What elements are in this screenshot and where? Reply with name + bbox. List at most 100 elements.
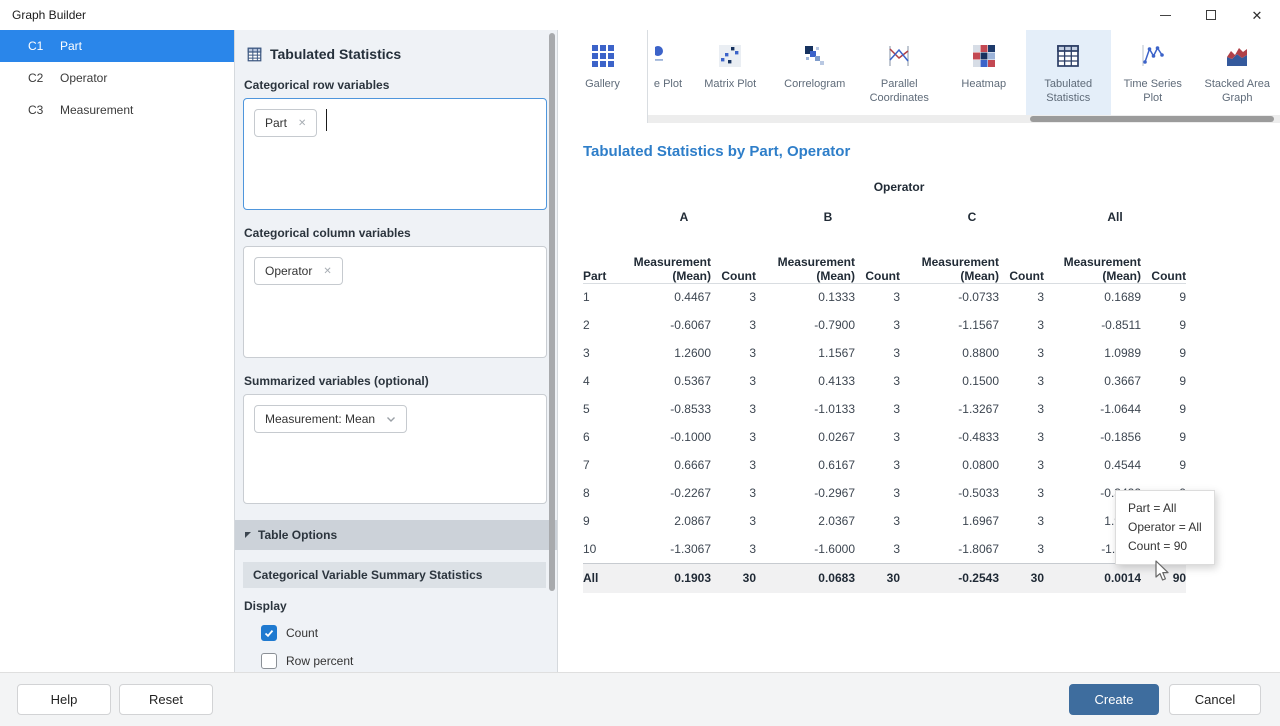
chip-measurement-mean[interactable]: Measurement: Mean	[254, 405, 407, 433]
gallery-item-matrix-plot[interactable]: Matrix Plot	[688, 30, 773, 115]
value-cell: 9	[1141, 451, 1186, 479]
mean-column-header: Measurement(Mean)	[900, 233, 999, 283]
minimize-button[interactable]	[1142, 0, 1188, 30]
value-cell: 3	[999, 339, 1044, 367]
chip-operator[interactable]: Operator ✕	[254, 257, 343, 285]
checkbox-row-percent[interactable]: Row percent	[261, 653, 557, 669]
part-cell: 6	[583, 423, 612, 451]
maximize-button[interactable]	[1188, 0, 1234, 30]
value-cell: -0.1856	[1044, 423, 1141, 451]
table-row[interactable]: 92.086732.036731.696731.94009	[583, 507, 1186, 535]
table-row[interactable]: 10.446730.13333-0.073330.16899	[583, 283, 1186, 311]
report-title: Tabulated Statistics by Part, Operator	[583, 143, 850, 160]
gallery-item-label: Correlogram	[784, 77, 845, 91]
value-cell: 0.6167	[756, 451, 855, 479]
row-variables-input[interactable]: Part ✕	[243, 98, 547, 210]
gallery-scrollbar[interactable]	[648, 115, 1280, 123]
close-button[interactable]: ✕	[1234, 0, 1280, 30]
value-cell: 3	[711, 283, 756, 311]
row-variables-label: Categorical row variables	[244, 78, 557, 92]
value-cell: 3	[711, 423, 756, 451]
value-cell: 1.6967	[900, 507, 999, 535]
sidebar-item-part[interactable]: C1Part	[0, 30, 234, 62]
reset-button[interactable]: Reset	[119, 684, 213, 715]
column-id: C2	[0, 71, 60, 85]
mean-header-line1: Measurement	[900, 255, 999, 269]
gallery-scrollbar-thumb[interactable]	[1030, 116, 1274, 122]
group-header: A	[612, 201, 756, 233]
gallery-item-heatmap[interactable]: Heatmap	[942, 30, 1027, 115]
table-row[interactable]: 5-0.85333-1.01333-1.32673-1.06449	[583, 395, 1186, 423]
unchecked-checkbox-icon[interactable]	[261, 653, 277, 669]
sidebar-item-measurement[interactable]: C3Measurement	[0, 94, 234, 126]
value-cell: 3	[999, 451, 1044, 479]
table-row[interactable]: 6-0.100030.02673-0.48333-0.18569	[583, 423, 1186, 451]
column-variables-input[interactable]: Operator ✕	[243, 246, 547, 358]
value-cell: 3	[711, 451, 756, 479]
gallery-button[interactable]: Gallery	[558, 30, 648, 123]
remove-chip-icon[interactable]: ✕	[323, 266, 331, 277]
part-cell: 7	[583, 451, 612, 479]
matrix-plot-icon	[717, 43, 743, 69]
value-cell: -1.1567	[900, 311, 999, 339]
chip-label: Operator	[265, 264, 312, 278]
table-row[interactable]: 31.260031.156730.880031.09899	[583, 339, 1186, 367]
gallery-item-tabulated-statistics[interactable]: Tabulated Statistics	[1026, 30, 1111, 115]
remove-chip-icon[interactable]: ✕	[298, 118, 306, 129]
help-button[interactable]: Help	[17, 684, 111, 715]
checked-checkbox-icon[interactable]	[261, 625, 277, 641]
value-cell: -0.4833	[900, 423, 999, 451]
dialog-footer: Help Reset Create Cancel	[0, 672, 1280, 726]
table-row[interactable]: 10-1.30673-1.60003-1.80673-1.57119	[583, 535, 1186, 563]
value-cell: -0.0733	[900, 283, 999, 311]
mean-header-line2: (Mean)	[1044, 269, 1141, 283]
chip-part[interactable]: Part ✕	[254, 109, 317, 137]
part-cell: All	[583, 563, 612, 593]
display-label: Display	[244, 599, 557, 613]
sidebar-item-operator[interactable]: C2Operator	[0, 62, 234, 94]
value-cell: 3	[855, 507, 900, 535]
gallery-item-e-plot[interactable]: e Plot	[648, 30, 688, 115]
value-cell: 3	[855, 451, 900, 479]
value-cell: 3	[855, 395, 900, 423]
value-cell: 9	[1141, 423, 1186, 451]
column-id: C3	[0, 103, 60, 117]
mean-column-header: Measurement(Mean)	[1044, 233, 1141, 283]
table-options-header[interactable]: Table Options	[235, 520, 557, 550]
parallel-coordinates-icon	[886, 43, 912, 69]
gallery-item-correlogram[interactable]: Correlogram	[773, 30, 858, 115]
table-row[interactable]: 40.536730.413330.150030.36679	[583, 367, 1186, 395]
create-button[interactable]: Create	[1069, 684, 1159, 715]
value-cell: -0.2967	[756, 479, 855, 507]
summary-statistics-section-header: Categorical Variable Summary Statistics	[243, 562, 546, 588]
value-cell: -1.3067	[612, 535, 711, 563]
table-row[interactable]: 70.666730.616730.080030.45449	[583, 451, 1186, 479]
gallery-item-stacked-area-graph[interactable]: Stacked Area Graph	[1195, 30, 1280, 115]
value-cell: 0.5367	[612, 367, 711, 395]
tabulated-statistics-icon	[1055, 43, 1081, 69]
table-row[interactable]: All0.1903300.068330-0.2543300.001490	[583, 563, 1186, 593]
minimize-icon	[1160, 15, 1171, 16]
gallery-item-label: e Plot	[654, 77, 682, 91]
gallery-item-parallel-coordinates[interactable]: Parallel Coordinates	[857, 30, 942, 115]
value-cell: 30	[999, 563, 1044, 593]
time-series-plot-icon	[1140, 43, 1166, 69]
gallery-item-label: Stacked Area Graph	[1197, 77, 1277, 106]
panel-scrollbar-thumb[interactable]	[549, 33, 555, 591]
table-row[interactable]: 2-0.60673-0.79003-1.15673-0.85119	[583, 311, 1186, 339]
summarized-variables-input[interactable]: Measurement: Mean	[243, 394, 547, 504]
gallery-grid-icon	[590, 43, 616, 69]
gallery-item-label: Tabulated Statistics	[1028, 77, 1108, 106]
gallery-item-time-series-plot[interactable]: Time Series Plot	[1111, 30, 1196, 115]
builder-settings-panel: Tabulated Statistics Categorical row var…	[235, 30, 558, 672]
value-cell: 3	[999, 535, 1044, 563]
cancel-button[interactable]: Cancel	[1169, 684, 1261, 715]
value-cell: 0.3667	[1044, 367, 1141, 395]
checkbox-count[interactable]: Count	[261, 625, 557, 641]
value-cell: 9	[1141, 367, 1186, 395]
table-row[interactable]: 8-0.22673-0.29673-0.50333-0.34229	[583, 479, 1186, 507]
gallery-item-label: Heatmap	[961, 77, 1006, 91]
value-cell: -0.1000	[612, 423, 711, 451]
group-header: B	[756, 201, 900, 233]
heatmap-icon	[971, 43, 997, 69]
